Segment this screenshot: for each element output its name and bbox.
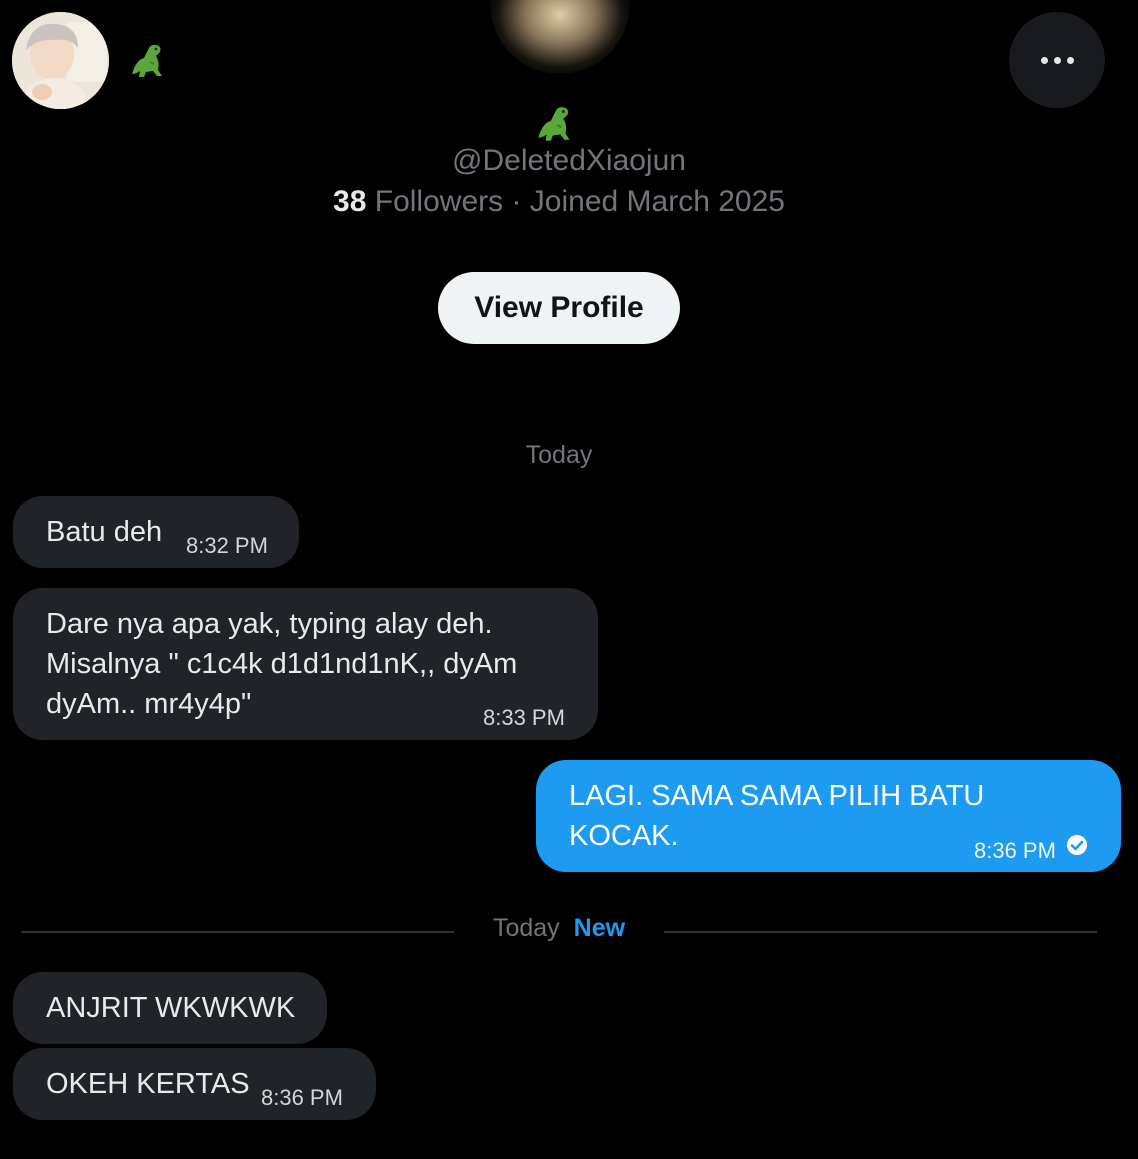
more-dot [1066,56,1074,64]
message-text: ANJRIT WKWKWK [46,992,296,1024]
message-text: Batu deh [46,516,163,548]
message-time: 8:36 PM [261,1085,343,1110]
user-avatar-icon [12,12,109,109]
profile-handle: @DeletedXiaojun [452,144,686,177]
view-profile-button[interactable]: View Profile [438,272,680,344]
followers-count[interactable]: 38 [333,185,366,218]
sent-message-bubble[interactable]: LAGI. SAMA SAMA PILIH BATU KOCAK. 8:36 P… [536,760,1121,872]
more-dot [1053,56,1061,64]
message-bubble[interactable]: OKEH KERTAS 8:36 PM [13,1048,376,1120]
new-messages-divider: Today New [0,914,1118,943]
banner-glow [490,0,630,74]
avatar[interactable] [12,12,109,109]
message-time: 8:36 PM [974,838,1056,863]
message-text: OKEH KERTAS [46,1068,250,1100]
more-options-button[interactable] [1009,12,1105,108]
date-separator: Today [525,441,593,469]
dinosaur-icon [532,102,578,144]
more-horizontal-icon [1040,56,1048,64]
joined-date: Joined March 2025 [529,185,785,218]
new-badge: New [573,914,626,942]
meta-separator: · [503,185,530,218]
message-bubble[interactable]: ANJRIT WKWKWK [13,972,327,1044]
dinosaur-icon [126,40,170,80]
message-time: 8:33 PM [483,705,565,730]
divider-date: Today [492,914,560,942]
profile-meta: 38 Followers · Joined March 2025 [0,185,1118,219]
message-bubble[interactable]: Dare nya apa yak, typing alay deh. Misal… [13,588,598,740]
message-bubble[interactable]: Batu deh 8:32 PM [13,496,299,568]
followers-label[interactable]: Followers [375,185,503,218]
message-time: 8:32 PM [186,533,268,558]
check-circle-icon [1067,835,1087,855]
